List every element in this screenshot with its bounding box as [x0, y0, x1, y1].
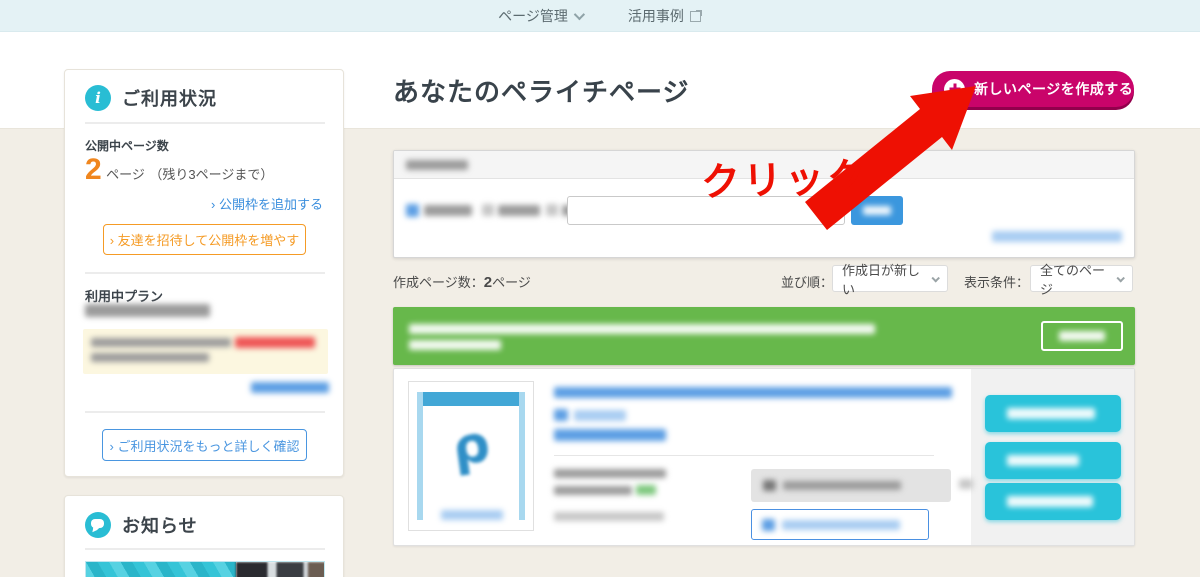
- redacted-link[interactable]: [554, 429, 666, 441]
- top-nav: ページ管理 活用事例: [0, 0, 1200, 32]
- banner-photo: [236, 562, 325, 577]
- info-icon: i: [85, 85, 111, 111]
- redacted-meta: [554, 512, 664, 521]
- published-pages-count-row: 2 ページ （残り3ページまで）: [85, 153, 273, 187]
- redacted-status: [636, 485, 656, 495]
- created-pages-count: 2: [484, 274, 492, 291]
- page-title: あなたのペライチページ: [393, 72, 689, 109]
- notice-banner: [393, 307, 1135, 365]
- plan-notice-box: [83, 329, 328, 374]
- add-slot-link[interactable]: › 公開枠を追加する: [211, 194, 323, 213]
- create-page-button-label: 新しいページを作成する: [974, 79, 1133, 99]
- chevron-down-icon: [1116, 274, 1124, 282]
- published-pages-unit: ページ: [106, 167, 145, 182]
- thumbnail-topbar: [417, 392, 525, 406]
- peraichi-dashboard: ページ管理 活用事例 あなたのペライチページ 新しいページを作成する i ご利用…: [0, 0, 1200, 577]
- redacted-icon: [763, 480, 776, 491]
- created-pages-label: 作成ページ数：: [393, 275, 484, 290]
- news-card: お知らせ: [64, 495, 344, 577]
- chevron-down-icon: [932, 274, 940, 282]
- divider: [85, 548, 325, 550]
- redacted-caption: [441, 510, 503, 520]
- news-banner-image[interactable]: [85, 561, 325, 577]
- news-card-header: お知らせ: [85, 512, 198, 538]
- redacted-meta: [554, 469, 666, 478]
- redacted-label: [783, 481, 901, 490]
- redacted-header-text: [406, 160, 468, 170]
- created-pages-counter: 作成ページ数：2ページ: [393, 272, 531, 291]
- page-card: ρ: [393, 368, 1135, 546]
- usage-card: i ご利用状況 公開中ページ数 2 ページ （残り3ページまで） › 公開枠を追…: [64, 69, 344, 477]
- external-link-icon: [690, 10, 702, 22]
- redacted-card-link[interactable]: [992, 231, 1122, 242]
- filter-select-value: 全てのページ: [1040, 260, 1117, 298]
- sort-label: 並び順：: [781, 272, 833, 291]
- filter-label: 表示条件：: [964, 272, 1029, 291]
- created-pages-unit: ページ: [492, 275, 531, 290]
- nav-use-cases-label: 活用事例: [628, 6, 684, 26]
- redacted-label: [1007, 496, 1093, 507]
- sort-select[interactable]: 作成日が新しい: [832, 265, 948, 292]
- divider: [85, 272, 325, 274]
- plus-icon: [944, 79, 965, 100]
- page-thumbnail[interactable]: ρ: [408, 381, 534, 531]
- divider: [85, 122, 325, 124]
- redacted-link[interactable]: [574, 410, 626, 421]
- speech-bubble-icon: [85, 512, 111, 538]
- banner-pattern: [86, 562, 236, 577]
- peraichi-logo: ρ: [405, 408, 536, 485]
- redacted-label: [1007, 408, 1095, 419]
- redacted-radio-icon: [406, 204, 419, 217]
- redacted-banner-text: [409, 324, 875, 334]
- nav-item-page-management[interactable]: ページ管理: [498, 6, 582, 26]
- create-page-button[interactable]: 新しいページを作成する: [932, 71, 1134, 107]
- nav-page-management-label: ページ管理: [498, 6, 568, 26]
- click-annotation-text: クリック: [700, 146, 870, 208]
- action-button-1[interactable]: [985, 395, 1121, 432]
- chevron-down-icon: [574, 8, 585, 19]
- redacted-text: [91, 353, 209, 362]
- plan-label: 利用中プラン: [85, 286, 163, 305]
- invite-friends-button[interactable]: › 友達を招待して公開枠を増やす: [103, 224, 306, 255]
- redacted-radio-icon: [546, 204, 558, 216]
- redacted-text: [91, 338, 231, 347]
- redacted-text-red: [235, 337, 315, 348]
- redacted-banner-text: [409, 340, 501, 350]
- usage-card-header: i ご利用状況: [85, 85, 217, 111]
- secondary-button-redacted[interactable]: [751, 509, 929, 540]
- filter-select[interactable]: 全てのページ: [1030, 265, 1133, 292]
- usage-card-title: ご利用状況: [122, 85, 217, 111]
- tag-button-redacted[interactable]: [751, 469, 951, 502]
- redacted-button-label: [1059, 331, 1105, 341]
- published-pages-label: 公開中ページ数: [85, 137, 169, 154]
- published-pages-note: （残り3ページまで）: [149, 167, 273, 182]
- redacted-more-icon[interactable]: [959, 479, 973, 489]
- published-pages-count: 2: [85, 153, 102, 186]
- usage-detail-button[interactable]: › ご利用状況をもっと詳しく確認: [102, 429, 307, 461]
- redacted-button-label: [863, 206, 891, 215]
- action-button-2[interactable]: [985, 442, 1121, 479]
- redacted-label: [782, 520, 900, 530]
- nav-item-use-cases[interactable]: 活用事例: [628, 6, 702, 26]
- redacted-meta: [554, 486, 632, 495]
- redacted-icon: [762, 519, 775, 531]
- redacted-label: [1007, 455, 1079, 466]
- banner-button[interactable]: [1041, 321, 1123, 351]
- redacted-link[interactable]: [251, 382, 329, 393]
- plan-name-redacted: [85, 304, 210, 317]
- divider: [554, 455, 934, 456]
- redacted-page-url[interactable]: [554, 387, 952, 398]
- redacted-radio-icon: [482, 204, 494, 216]
- action-button-3[interactable]: [985, 483, 1121, 520]
- news-card-title: お知らせ: [122, 512, 198, 538]
- page-actions-panel: [971, 369, 1135, 546]
- sort-select-value: 作成日が新しい: [842, 260, 932, 298]
- divider: [85, 411, 325, 413]
- redacted-option: [424, 205, 472, 216]
- redacted-link-icon: [554, 409, 568, 421]
- redacted-option: [498, 205, 540, 216]
